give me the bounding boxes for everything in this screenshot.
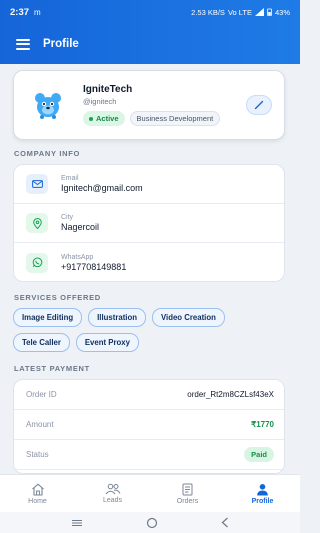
page-title: Profile xyxy=(43,38,79,50)
service-chip-video-creation[interactable]: Video Creation xyxy=(151,308,225,327)
info-row-whatsapp[interactable]: WhatsApp +917708149881 xyxy=(14,243,284,281)
home-button-icon[interactable] xyxy=(146,517,158,529)
carrier-icon: m xyxy=(34,7,41,17)
profile-username: @ignitech xyxy=(83,97,117,106)
city-label: City xyxy=(61,214,74,221)
header: 2:37 m 2.53 KB/S Vo LTE 43% Profile xyxy=(0,0,300,64)
nav-label-profile: Profile xyxy=(251,497,274,505)
whatsapp-icon xyxy=(26,252,48,273)
status-dot-icon xyxy=(89,116,93,121)
nav-item-orders[interactable]: Orders xyxy=(150,475,225,512)
home-icon xyxy=(31,483,44,496)
service-chip-illustration[interactable]: Illustration xyxy=(88,308,146,327)
order-id-value: order_Rt2m8CZLsf43eX xyxy=(187,390,274,399)
mascot-avatar-icon xyxy=(35,93,61,119)
services-title: SERVICES OFFERED xyxy=(14,293,101,302)
status-badge-label: Active xyxy=(96,114,119,123)
menu-icon[interactable] xyxy=(16,38,30,50)
signal-icon xyxy=(254,8,264,16)
department-badge: Business Development xyxy=(129,111,221,126)
company-info-card: Email Ignitech@gmail.com City Nagercoil … xyxy=(13,164,285,282)
profile-card: IgniteTech @ignitech Active Business Dev… xyxy=(13,70,285,140)
location-pin-icon xyxy=(26,213,48,233)
order-id-label: Order ID xyxy=(26,390,57,399)
amount-value: ₹1770 xyxy=(251,420,274,429)
bottom-nav: Home Leads Orders Profile xyxy=(0,474,300,512)
people-icon xyxy=(105,483,120,495)
payment-status-badge: Paid xyxy=(244,447,274,462)
person-icon xyxy=(257,483,268,495)
battery-level: 43% xyxy=(274,7,290,17)
whatsapp-value: +917708149881 xyxy=(61,261,127,272)
service-chip-tele-caller[interactable]: Tele Caller xyxy=(13,333,70,352)
company-info-title: COMPANY INFO xyxy=(14,149,81,158)
service-chip-image-editing[interactable]: Image Editing xyxy=(13,308,83,327)
status-indicators: 2.53 KB/S Vo LTE 43% xyxy=(191,8,290,17)
avatar xyxy=(30,87,66,123)
payment-row-amount: Amount ₹1770 xyxy=(14,410,284,440)
info-row-city[interactable]: City Nagercoil xyxy=(14,204,284,243)
profile-name: IgniteTech xyxy=(83,84,133,95)
nav-label-orders: Orders xyxy=(176,497,199,505)
payment-row-order-id: Order ID order_Rt2m8CZLsf43eX xyxy=(14,380,284,410)
service-chip-event-proxy[interactable]: Event Proxy xyxy=(75,333,139,352)
status-bar: 2:37 m 2.53 KB/S Vo LTE 43% xyxy=(0,0,300,24)
info-row-email[interactable]: Email Ignitech@gmail.com xyxy=(14,165,284,204)
nav-item-home[interactable]: Home xyxy=(0,475,75,512)
profile-content[interactable]: IgniteTech @ignitech Active Business Dev… xyxy=(0,64,300,474)
signal-label: Vo LTE xyxy=(227,7,252,17)
nav-label-leads: Leads xyxy=(102,497,123,504)
payment-status-label: Status xyxy=(26,450,49,459)
profile-info: IgniteTech @ignitech Active Business Dev… xyxy=(83,84,221,126)
email-value: Ignitech@gmail.com xyxy=(61,183,143,193)
status-badge: Active xyxy=(83,111,125,126)
nav-item-leads[interactable]: Leads xyxy=(75,475,150,512)
services-chips: Image Editing Illustration Video Creatio… xyxy=(13,308,287,352)
receipt-icon xyxy=(182,483,193,495)
recent-apps-icon[interactable] xyxy=(71,519,83,527)
pencil-icon xyxy=(254,100,264,110)
status-time: 2:37 xyxy=(10,6,30,18)
network-speed: 2.53 KB/S xyxy=(191,7,225,17)
app-bar: Profile xyxy=(0,24,300,64)
amount-label: Amount xyxy=(26,420,54,429)
nav-item-profile[interactable]: Profile xyxy=(225,475,300,512)
edit-profile-button[interactable] xyxy=(246,95,272,115)
back-icon[interactable] xyxy=(221,517,229,528)
battery-icon xyxy=(267,8,272,16)
payment-row-status: Status Paid xyxy=(14,440,284,470)
payment-title: LATEST PAYMENT xyxy=(14,364,90,373)
latest-payment-card: Order ID order_Rt2m8CZLsf43eX Amount ₹17… xyxy=(13,379,285,474)
city-value: Nagercoil xyxy=(61,222,100,232)
profile-badges: Active Business Development xyxy=(83,111,221,126)
nav-label-home: Home xyxy=(28,497,47,505)
email-label: Email xyxy=(61,175,79,182)
mail-icon xyxy=(26,174,48,194)
whatsapp-label: WhatsApp xyxy=(61,253,94,261)
system-nav-bar xyxy=(0,512,300,533)
